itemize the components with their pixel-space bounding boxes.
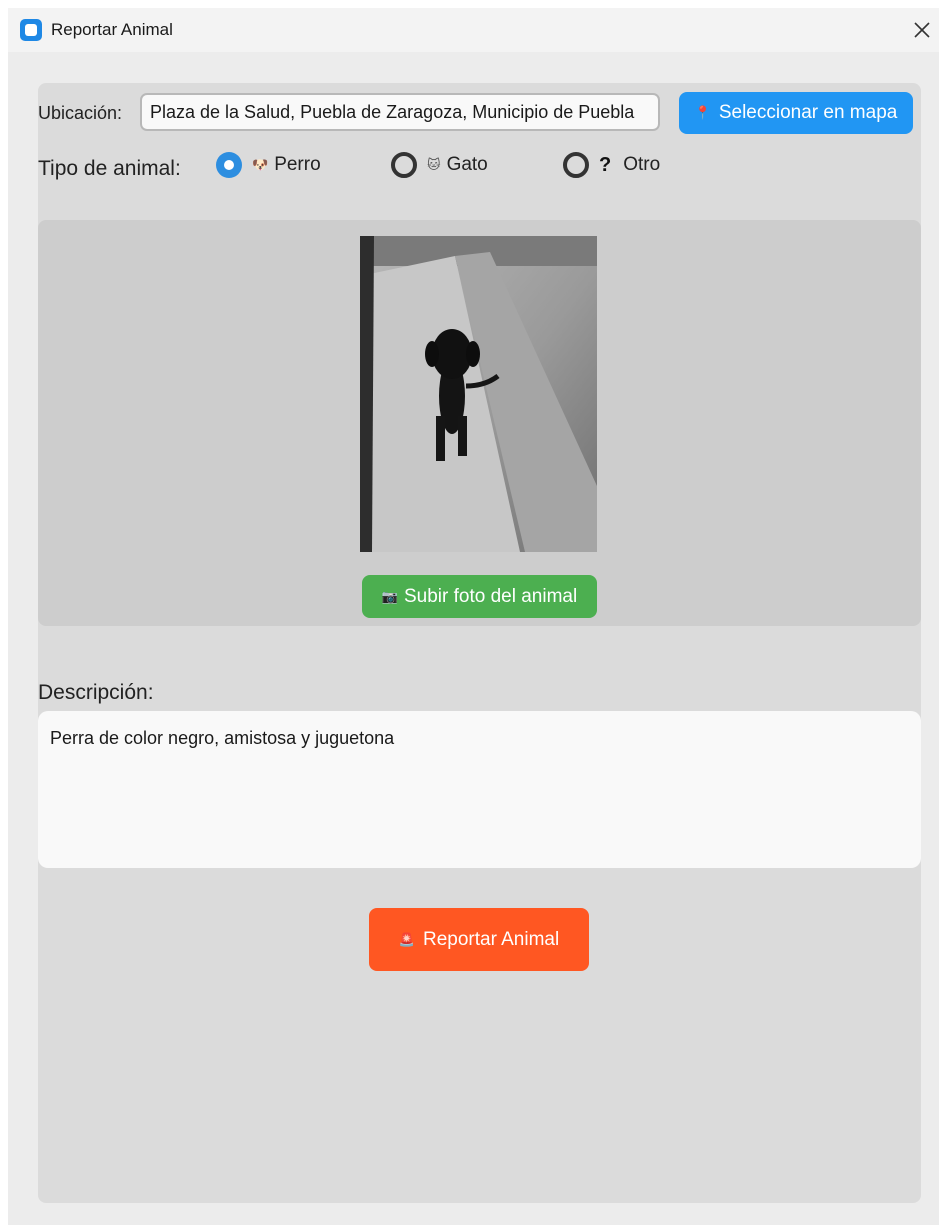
radio-perro-indicator[interactable] <box>216 152 242 178</box>
question-icon: ? <box>599 153 612 176</box>
animal-photo <box>360 236 597 552</box>
animal-type-label: Tipo de animal: <box>38 157 181 180</box>
select-on-map-button[interactable]: 📍 Seleccionar en mapa <box>679 92 913 134</box>
camera-icon: 📷 <box>381 588 398 604</box>
radio-otro-indicator[interactable] <box>563 152 589 178</box>
dog-icon: 🐶 <box>252 157 269 172</box>
form-panel: Ubicación: 📍 Seleccionar en mapa Tipo de… <box>38 83 921 1203</box>
close-button[interactable] <box>906 14 938 46</box>
radio-otro[interactable]: ? Otro <box>563 148 660 182</box>
title-bar: Reportar Animal <box>8 8 939 52</box>
report-animal-window: Reportar Animal Ubicación: 📍 Seleccionar… <box>8 8 939 1225</box>
close-icon <box>914 22 930 38</box>
photo-area: 📷 Subir foto del animal <box>38 220 921 626</box>
window-title: Reportar Animal <box>51 20 173 39</box>
app-icon <box>20 19 42 41</box>
upload-photo-label: Subir foto del animal <box>403 585 578 607</box>
location-input[interactable] <box>140 93 660 131</box>
report-animal-label: Reportar Animal <box>422 928 560 950</box>
report-animal-button[interactable]: 🚨 Reportar Animal <box>369 908 589 971</box>
cat-icon: 🐱 <box>427 157 441 172</box>
radio-gato[interactable]: 🐱 Gato <box>391 148 488 182</box>
location-label: Ubicación: <box>38 103 123 123</box>
description-label: Descripción: <box>38 681 154 704</box>
radio-gato-label: Gato <box>446 154 488 175</box>
siren-icon: 🚨 <box>398 931 415 947</box>
upload-photo-button[interactable]: 📷 Subir foto del animal <box>362 575 597 618</box>
radio-perro[interactable]: 🐶 Perro <box>216 148 321 182</box>
select-on-map-label: Seleccionar en mapa <box>718 102 898 123</box>
map-pin-icon: 📍 <box>694 105 711 120</box>
radio-gato-indicator[interactable] <box>391 152 417 178</box>
description-textarea[interactable]: Perra de color negro, amistosa y jugueto… <box>38 711 921 868</box>
radio-otro-label: Otro <box>623 154 661 175</box>
radio-perro-label: Perro <box>274 154 321 175</box>
